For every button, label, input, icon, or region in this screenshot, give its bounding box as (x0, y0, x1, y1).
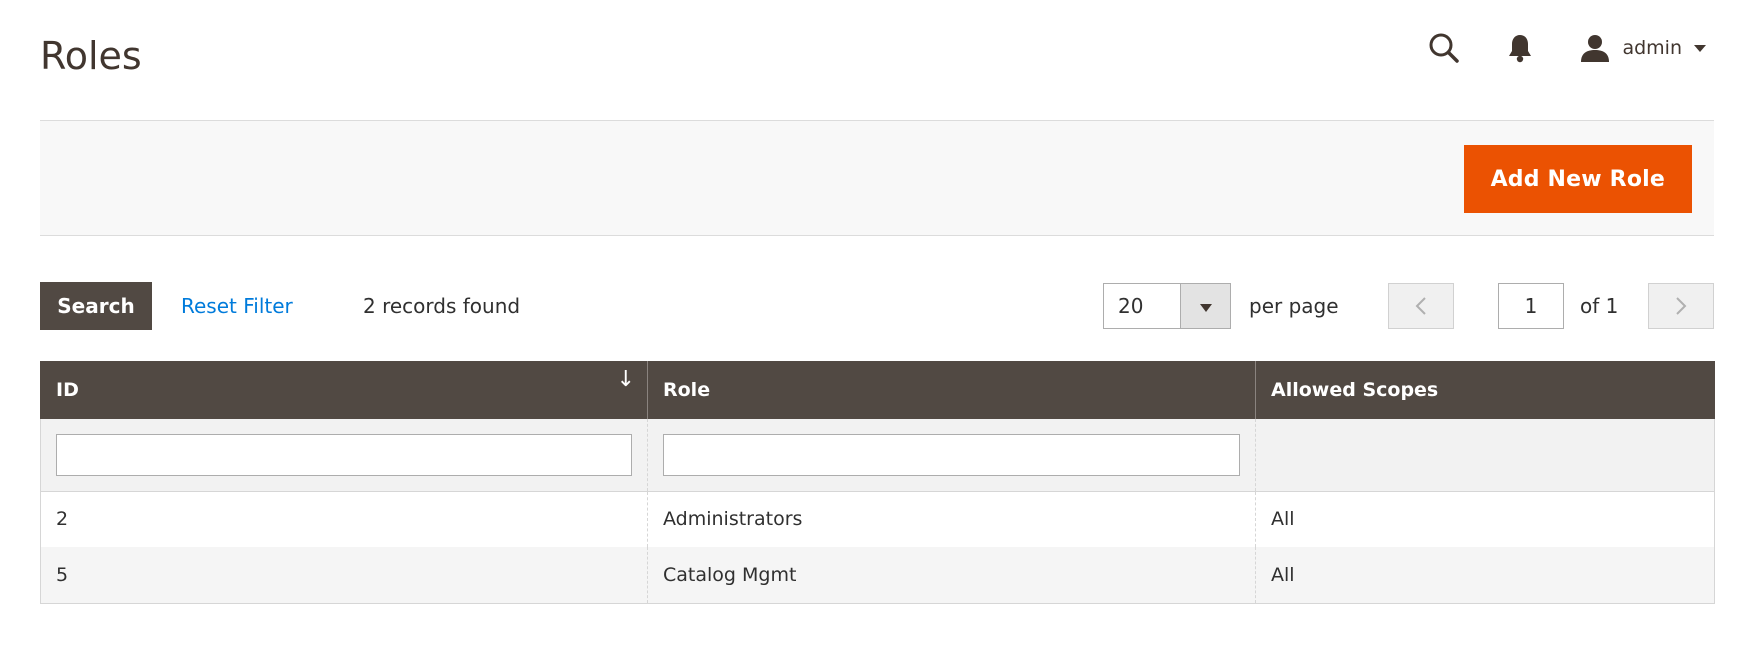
cell-scopes: All (1255, 491, 1715, 547)
records-found-count: 2 records found (363, 294, 521, 318)
id-filter-input[interactable] (56, 433, 632, 476)
notifications-button[interactable] (1500, 28, 1540, 68)
filter-cell-id (40, 419, 648, 492)
cell-id: 5 (40, 547, 648, 604)
table-row[interactable]: 2 Administrators All (40, 491, 1715, 547)
cell-role: Catalog Mgmt (647, 547, 1256, 604)
bell-icon (1509, 35, 1532, 63)
reset-filter-link[interactable]: Reset Filter (181, 282, 293, 330)
roles-grid: ID ↓ Role Allowed Scopes 2 Administrator… (40, 361, 1715, 604)
search-button[interactable]: Search (40, 282, 152, 330)
admin-user-menu[interactable]: admin (1580, 28, 1706, 68)
user-name: admin (1622, 37, 1682, 59)
chevron-down-icon (1694, 44, 1706, 52)
header-actions: admin (1424, 28, 1706, 68)
column-header-label: Role (663, 379, 711, 401)
grid-header-row: ID ↓ Role Allowed Scopes (40, 361, 1715, 419)
per-page-select[interactable]: 20 (1103, 283, 1231, 329)
per-page-label: per page (1249, 294, 1339, 318)
cell-id: 2 (40, 491, 648, 547)
search-icon (1429, 33, 1460, 63)
previous-page-button[interactable] (1388, 283, 1454, 329)
filter-cell-scopes (1255, 419, 1715, 492)
filter-cell-role (647, 419, 1256, 492)
chevron-right-icon (1676, 297, 1687, 315)
current-page-input[interactable] (1498, 283, 1564, 329)
caret-down-icon (1199, 304, 1212, 312)
add-new-role-button[interactable]: Add New Role (1463, 145, 1692, 213)
next-page-button[interactable] (1648, 283, 1714, 329)
per-page-dropdown-toggle[interactable] (1180, 284, 1230, 328)
column-header-label: Allowed Scopes (1271, 379, 1439, 401)
page-actions-bar: Add New Role (40, 120, 1714, 236)
column-header-id[interactable]: ID ↓ (40, 361, 648, 419)
grid-toolbar: Search Reset Filter 2 records found 20 p… (40, 282, 1714, 330)
filter-row (40, 419, 1715, 492)
chevron-left-icon (1415, 297, 1426, 315)
sort-arrow-down-icon: ↓ (616, 367, 635, 392)
column-header-allowed-scopes[interactable]: Allowed Scopes (1255, 361, 1715, 419)
global-search-button[interactable] (1424, 28, 1464, 68)
user-icon (1580, 32, 1612, 64)
table-row[interactable]: 5 Catalog Mgmt All (40, 547, 1715, 604)
cell-scopes: All (1255, 547, 1715, 604)
column-header-label: ID (56, 379, 79, 401)
role-filter-input[interactable] (663, 433, 1240, 476)
per-page-value: 20 (1118, 294, 1144, 318)
total-pages-label: of 1 (1580, 294, 1619, 318)
column-header-role[interactable]: Role (647, 361, 1256, 419)
cell-role: Administrators (647, 491, 1256, 547)
page-title: Roles (40, 34, 142, 78)
